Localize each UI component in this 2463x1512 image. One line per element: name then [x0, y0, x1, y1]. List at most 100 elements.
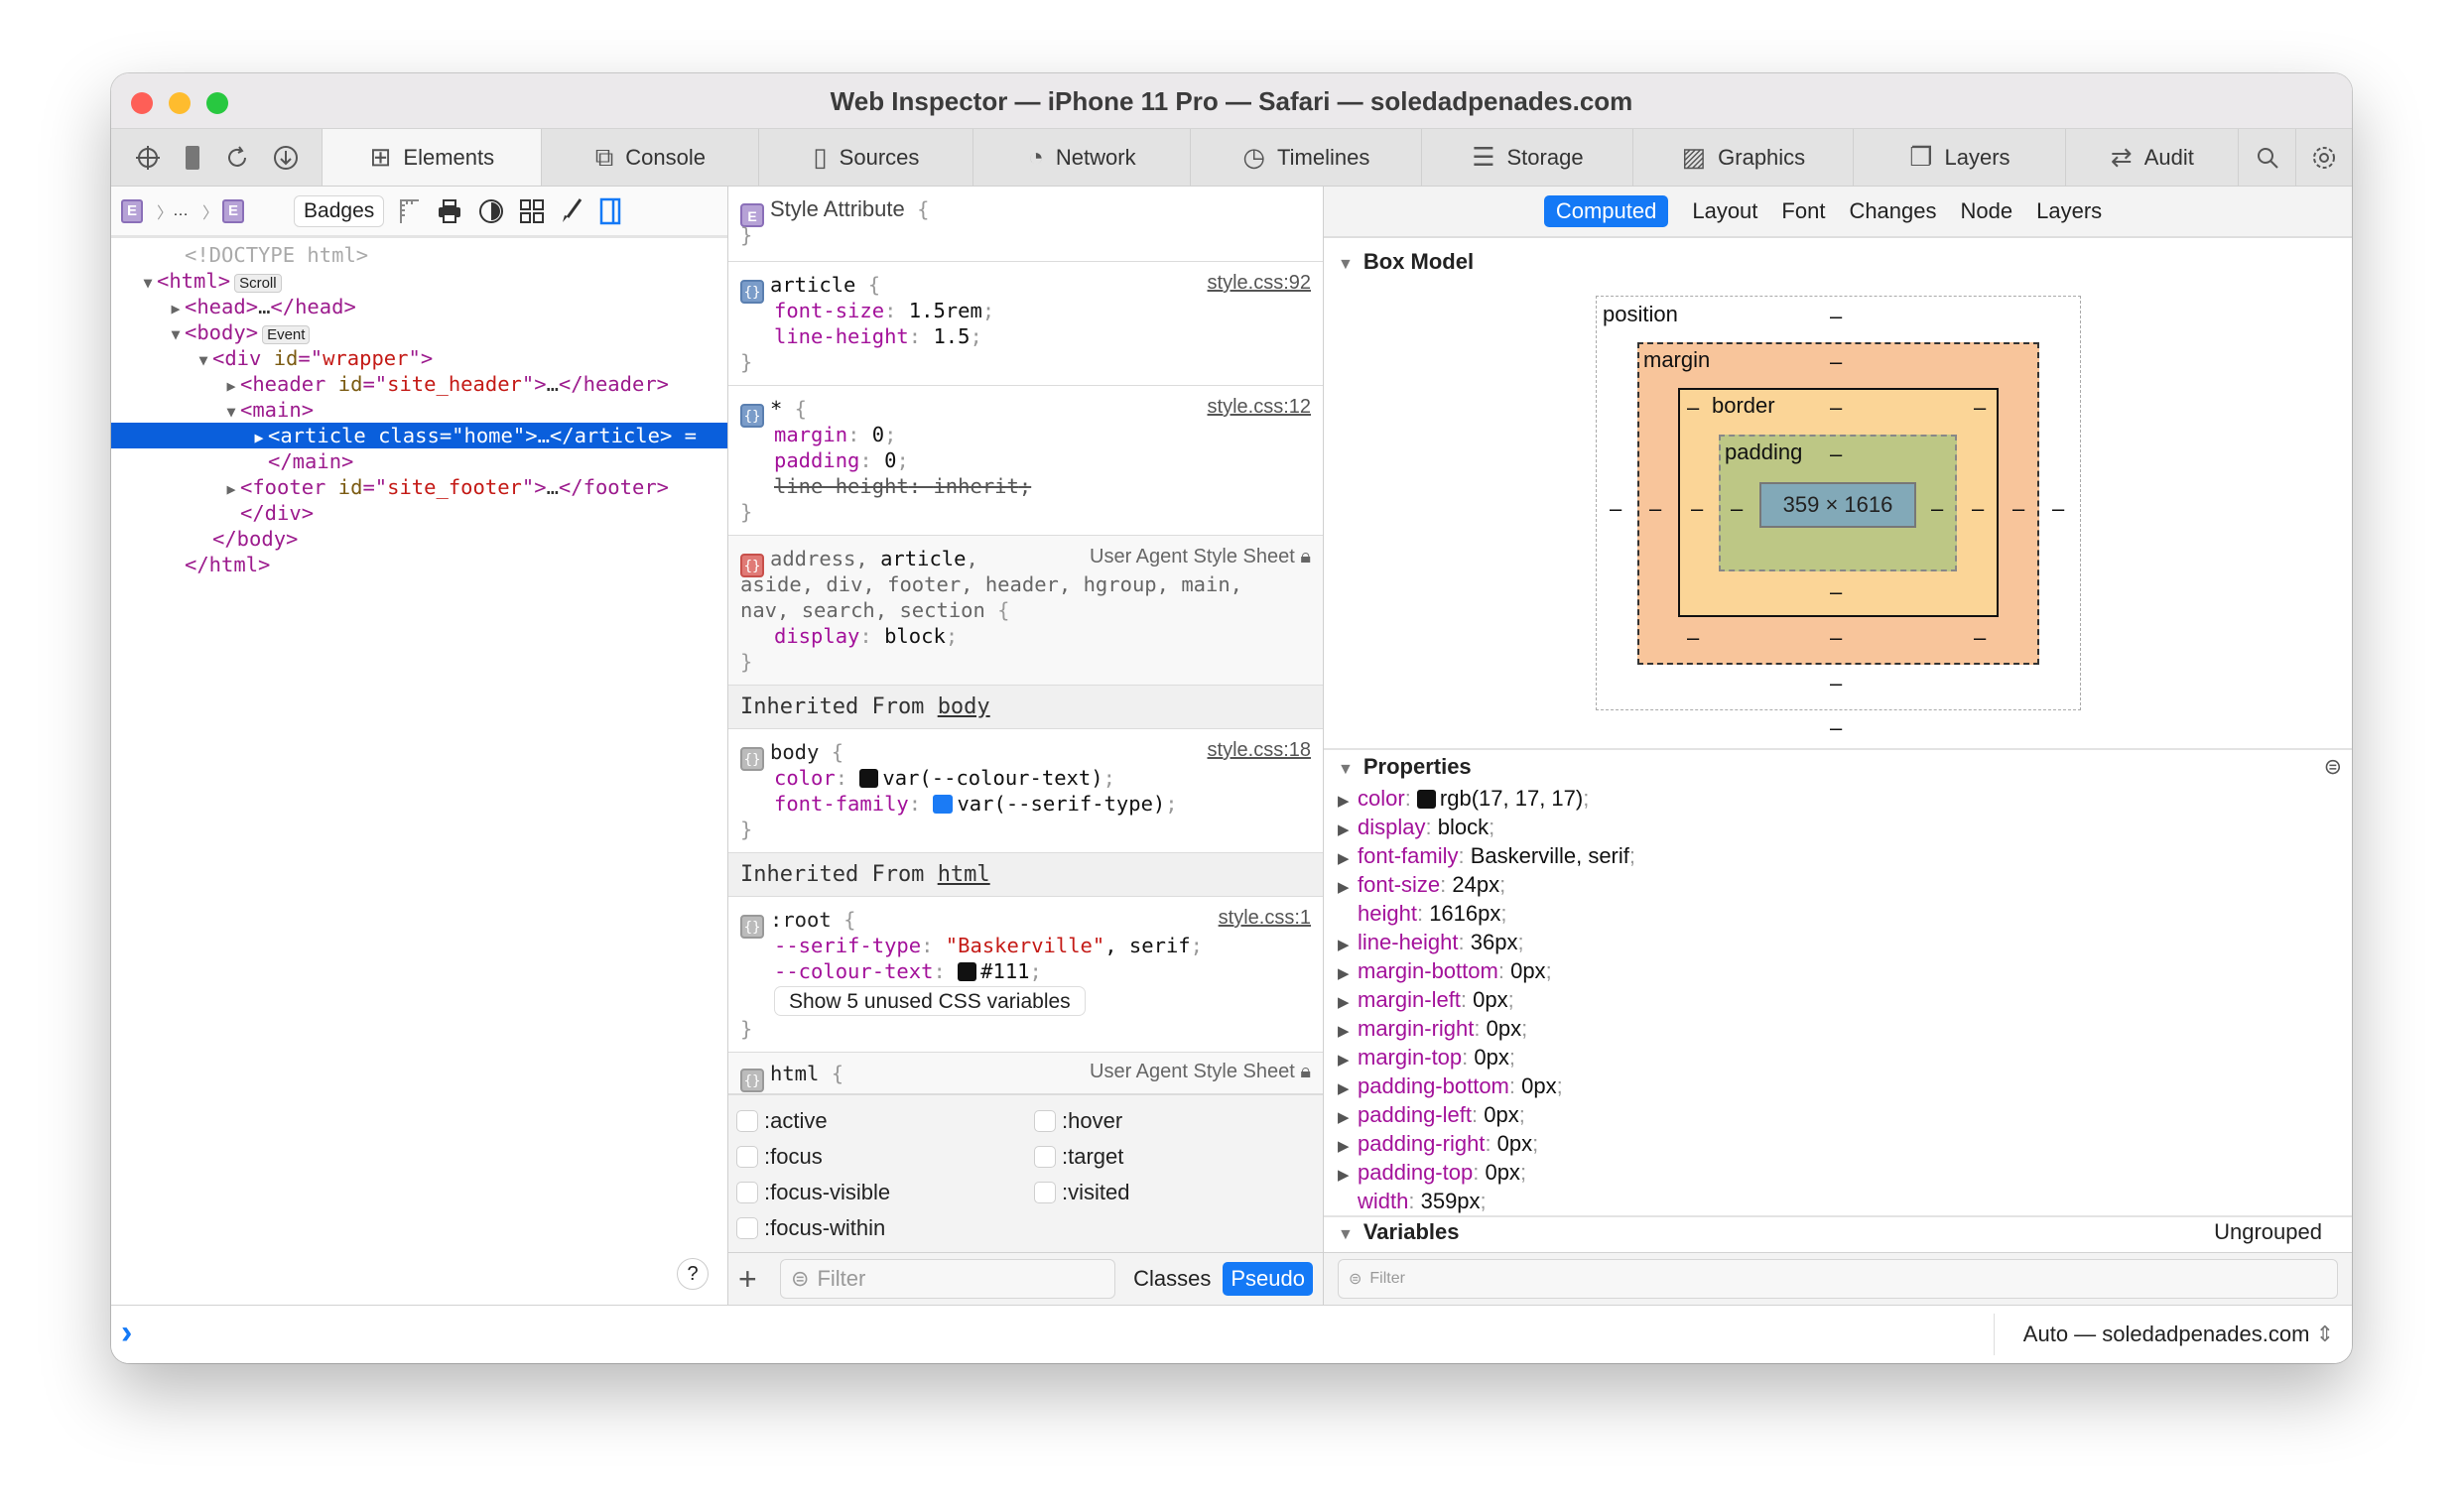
dom-node[interactable]: </body> [111, 526, 727, 552]
sidebar-tab-node[interactable]: Node [1961, 198, 2013, 224]
computed-property[interactable]: ▶ padding-bottom: 0px; [1324, 1071, 2352, 1100]
selector-part[interactable]: article [880, 547, 966, 570]
sidebar-tab-computed[interactable]: Computed [1543, 195, 1669, 227]
checkbox[interactable] [1034, 1146, 1056, 1168]
selector-part[interactable]: aside, div, footer, header, hgroup, main… [740, 572, 1242, 596]
grid-icon[interactable] [519, 198, 545, 224]
css-property[interactable]: display: block; [740, 623, 1311, 649]
checkbox[interactable] [1034, 1182, 1056, 1203]
sidebar-toggle-icon[interactable] [598, 197, 622, 225]
disclosure-triangle-icon[interactable]: ▶ [1338, 959, 1358, 988]
box-model-value[interactable]: – [2012, 496, 2024, 522]
tab-console[interactable]: ⧉ Console [542, 129, 760, 186]
dom-node[interactable]: </html> [111, 552, 727, 577]
device-icon[interactable] [183, 144, 202, 172]
computed-property[interactable]: width: 359px; [1324, 1187, 2352, 1215]
checkbox[interactable] [736, 1217, 758, 1239]
box-model-value[interactable]: – [2052, 496, 2064, 522]
pseudo-class-toggle[interactable]: :visited [1034, 1175, 1323, 1210]
selector-part[interactable]: article [770, 273, 855, 297]
computed-property[interactable]: ▶ padding-right: 0px; [1324, 1129, 2352, 1158]
css-property[interactable]: margin: 0; [740, 422, 1311, 447]
box-model-value[interactable]: – [1974, 395, 1986, 421]
tab-network[interactable]: ◔ Network [973, 129, 1192, 186]
tab-elements[interactable]: ⊞ Elements [323, 129, 543, 186]
disclosure-triangle-icon[interactable]: ▶ [1338, 1074, 1358, 1103]
computed-property[interactable]: ▶ padding-top: 0px; [1324, 1158, 2352, 1187]
color-swatch[interactable] [1416, 790, 1436, 809]
disclosure-triangle-icon[interactable]: ▼ [139, 270, 157, 296]
disclosure-triangle-icon[interactable]: ▶ [1338, 931, 1358, 959]
pseudo-class-toggle[interactable]: :focus [736, 1139, 1034, 1175]
crosshair-icon[interactable] [134, 144, 162, 172]
selector-part[interactable]: address [770, 547, 855, 570]
tab-sources[interactable]: ▯ Sources [759, 129, 974, 186]
dom-node[interactable]: </main> [111, 448, 727, 474]
computed-property[interactable]: ▶ font-family: Baskerville, serif; [1324, 841, 2352, 870]
selector-part[interactable]: nav, search, section [740, 598, 985, 622]
css-variable[interactable]: --colour-text: #111; [740, 958, 1311, 984]
css-property[interactable]: line-height: inherit; [740, 473, 1311, 499]
filter-options-icon[interactable]: ⊜ [2324, 750, 2342, 784]
breadcrumb-element-icon[interactable]: E [121, 198, 143, 223]
console-prompt-input[interactable]: › [121, 1314, 132, 1352]
variables-grouping-select[interactable]: Ungrouped [2214, 1217, 2322, 1247]
node-badge[interactable]: Scroll [234, 274, 282, 293]
box-model-value[interactable]: – [1610, 496, 1621, 522]
dom-node[interactable]: ▶ <footer id="site_footer">…</footer> [111, 474, 727, 500]
computed-property[interactable]: ▶ margin-bottom: 0px; [1324, 956, 2352, 985]
disclosure-triangle-icon[interactable]: ▼ [222, 399, 240, 425]
css-variable[interactable]: --serif-type: "Baskerville", serif; [740, 933, 1311, 958]
reload-icon[interactable] [223, 144, 251, 172]
tab-graphics[interactable]: ▨ Graphics [1633, 129, 1855, 186]
computed-property[interactable]: ▶ margin-top: 0px; [1324, 1043, 2352, 1071]
checkbox[interactable] [736, 1182, 758, 1203]
box-model-value[interactable]: – [1731, 496, 1743, 522]
styles-filter-input[interactable]: ⊜ Filter [780, 1259, 1116, 1299]
inherited-body-link[interactable]: body [938, 694, 990, 719]
css-property[interactable]: padding: 0; [740, 447, 1311, 473]
dom-node[interactable]: ▼ <main> [111, 397, 727, 423]
box-model-value[interactable]: – [1830, 304, 1842, 329]
computed-property[interactable]: ▶ margin-left: 0px; [1324, 985, 2352, 1014]
badges-button[interactable]: Badges [294, 194, 385, 227]
computed-property[interactable]: height: 1616px; [1324, 899, 2352, 928]
box-model-value[interactable]: – [1830, 395, 1842, 421]
font-swatch-icon[interactable] [933, 795, 954, 814]
box-model-value[interactable]: – [1691, 496, 1703, 522]
css-property[interactable]: font-family: var(--serif-type); [740, 791, 1311, 817]
breadcrumb-ellipsis[interactable]: … [173, 202, 189, 220]
box-model-value[interactable]: – [1830, 441, 1842, 467]
rule-selector[interactable]: html [770, 1062, 819, 1085]
disclosure-triangle-icon[interactable]: ▶ [1338, 873, 1358, 902]
sidebar-tab-layout[interactable]: Layout [1692, 198, 1757, 224]
box-model-value[interactable]: – [1830, 671, 1842, 696]
brush-icon[interactable] [559, 197, 584, 225]
computed-property[interactable]: ▶ color: rgb(17, 17, 17); [1324, 784, 2352, 813]
tab-layers[interactable]: ❐ Layers [1854, 129, 2067, 186]
tab-timelines[interactable]: ◷ Timelines [1191, 129, 1423, 186]
selector-part[interactable]: * [770, 397, 782, 421]
computed-property[interactable]: ▶ line-height: 36px; [1324, 928, 2352, 956]
css-property[interactable]: font-size: 1.5rem; [740, 298, 1311, 323]
selector-part[interactable]: , [855, 547, 880, 570]
disclosure-triangle-icon[interactable]: ▶ [1338, 1017, 1358, 1046]
rule-selector[interactable]: :root [770, 908, 832, 932]
checkbox[interactable] [736, 1146, 758, 1168]
disclosure-triangle-icon[interactable]: ▶ [222, 373, 240, 399]
rule-source-link[interactable]: style.css:92 [1208, 272, 1311, 295]
checkbox[interactable] [1034, 1110, 1056, 1132]
box-model-value[interactable]: – [1830, 349, 1842, 375]
dom-node[interactable]: <!DOCTYPE html> [111, 242, 727, 268]
disclosure-triangle-icon[interactable]: ▶ [1338, 988, 1358, 1017]
box-model-value[interactable]: – [1974, 625, 1986, 651]
color-swatch[interactable] [958, 962, 977, 981]
disclosure-triangle-icon[interactable]: ▶ [1338, 844, 1358, 873]
disclosure-triangle-icon[interactable]: ▼ [167, 321, 185, 347]
box-model-value[interactable]: – [1649, 496, 1661, 522]
selector-part[interactable]: , [967, 547, 978, 570]
rule-selector[interactable]: body [770, 740, 819, 764]
box-model-value[interactable]: – [1830, 715, 1842, 741]
dom-node[interactable]: ▼ <html> Scroll [111, 268, 727, 294]
show-unused-variables-button[interactable]: Show 5 unused CSS variables [774, 986, 1086, 1016]
